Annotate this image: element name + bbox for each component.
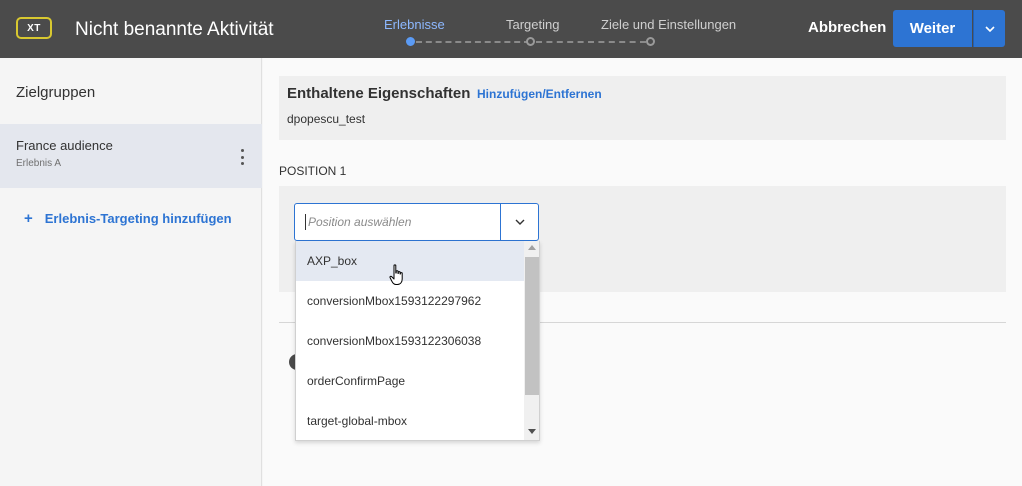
property-value: dpopescu_test <box>287 112 366 126</box>
scrollbar-thumb[interactable] <box>525 257 539 395</box>
plus-icon: + <box>24 210 33 227</box>
position-placeholder: Position auswählen <box>308 215 412 229</box>
audience-name: France audience <box>16 138 113 153</box>
step-dot-targeting <box>526 37 535 46</box>
position-search-input[interactable]: Position auswählen <box>295 204 501 240</box>
hand-cursor-icon <box>389 264 403 285</box>
options-scrollbar[interactable] <box>524 241 539 440</box>
position-select[interactable]: Position auswählen <box>294 203 539 241</box>
audiences-sidebar: Zielgruppen France audience Erlebnis A +… <box>0 58 262 486</box>
chevron-down-icon <box>984 25 995 32</box>
select-toggle-button[interactable] <box>501 204 538 240</box>
audiences-heading: Zielgruppen <box>16 84 96 101</box>
more-options-icon[interactable] <box>235 149 249 165</box>
next-button[interactable]: Weiter <box>893 10 972 47</box>
step-dot-goals <box>646 37 655 46</box>
add-remove-link[interactable]: Hinzufügen/Entfernen <box>477 87 602 101</box>
step-goals-settings[interactable]: Ziele und Einstellungen <box>601 17 736 32</box>
next-options-button[interactable] <box>973 10 1005 47</box>
position-label: POSITION 1 <box>279 164 347 178</box>
cancel-button[interactable]: Abbrechen <box>808 19 886 36</box>
workflow-steps: Erlebnisse Targeting Ziele und Einstellu… <box>378 0 738 58</box>
add-targeting-label: Erlebnis-Targeting hinzufügen <box>44 211 232 226</box>
properties-title: Enthaltene Eigenschaften <box>287 85 471 102</box>
step-connector <box>416 41 530 43</box>
scroll-up-icon[interactable] <box>528 245 536 250</box>
step-experiences[interactable]: Erlebnisse <box>384 17 445 32</box>
step-dot-experiences <box>406 37 415 46</box>
included-properties-panel: Enthaltene Eigenschaften Hinzufügen/Entf… <box>279 76 1006 140</box>
top-bar: XT Nicht benannte Aktivität Erlebnisse T… <box>0 0 1022 58</box>
position-option[interactable]: AXP_box <box>296 241 524 281</box>
text-caret <box>305 214 306 230</box>
chevron-down-icon <box>515 219 524 225</box>
position-option[interactable]: orderConfirmPage <box>296 361 524 401</box>
step-connector <box>536 41 646 43</box>
audience-item[interactable]: France audience Erlebnis A <box>0 124 262 188</box>
activity-title[interactable]: Nicht benannte Aktivität <box>75 19 274 41</box>
step-targeting[interactable]: Targeting <box>506 17 559 32</box>
position-option[interactable]: conversionMbox1593122306038 <box>296 321 524 361</box>
position-option[interactable]: target-global-mbox <box>296 401 524 440</box>
activity-type-badge: XT <box>16 17 52 39</box>
position-option[interactable]: conversionMbox1593122297962 <box>296 281 524 321</box>
audience-experience: Erlebnis A <box>16 158 62 169</box>
add-experience-targeting-button[interactable]: + Erlebnis-Targeting hinzufügen <box>24 210 232 227</box>
scroll-down-icon[interactable] <box>528 429 536 434</box>
position-options-list: AXP_box conversionMbox1593122297962 conv… <box>295 241 540 441</box>
